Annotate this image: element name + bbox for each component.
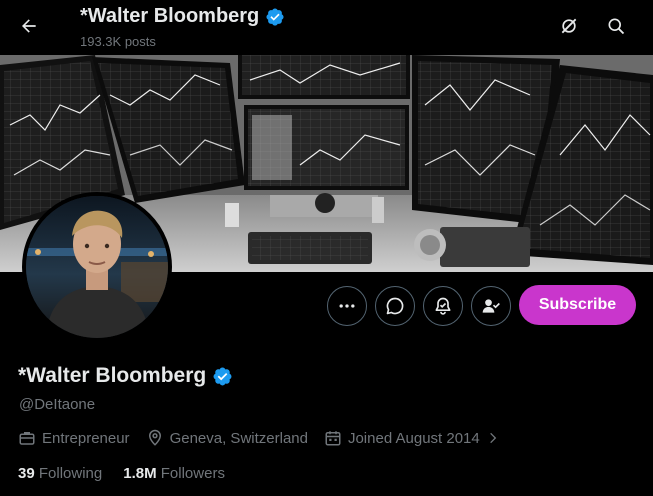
profile-meta: Entrepreneur Geneva, Switzerland Joined …: [18, 429, 500, 447]
joined-text: Joined August 2014: [347, 429, 480, 447]
profile-avatar[interactable]: [22, 192, 172, 342]
follow-stats: 39 Following 1.8M Followers: [18, 465, 246, 482]
search-button[interactable]: [599, 9, 633, 43]
chevron-right-icon: [489, 432, 496, 444]
location-pin-icon: [148, 429, 161, 446]
more-icon: [339, 304, 355, 308]
grok-icon: [561, 18, 577, 34]
profile-handle: @DeItaone: [19, 396, 96, 413]
grok-button[interactable]: [552, 9, 586, 43]
message-icon: [386, 297, 404, 315]
following-label: Following: [38, 465, 103, 482]
header-title: *Walter Bloomberg: [80, 5, 285, 28]
calendar-icon: [325, 431, 341, 446]
joined-item[interactable]: Joined August 2014: [324, 429, 500, 447]
avatar-photo: [26, 196, 168, 338]
back-button[interactable]: [12, 9, 46, 43]
profession-text: Entrepreneur: [42, 429, 130, 447]
more-button[interactable]: [327, 286, 367, 326]
following-user-icon: [482, 299, 500, 313]
followers-count: 1.8M: [123, 465, 157, 482]
back-arrow-icon: [22, 19, 36, 33]
followers-link[interactable]: 1.8M Followers: [123, 465, 225, 482]
search-icon: [608, 18, 625, 35]
location-text: Geneva, Switzerland: [169, 429, 308, 447]
profile-name: *Walter Bloomberg: [18, 364, 207, 387]
following-button[interactable]: [471, 286, 511, 326]
location-item: Geneva, Switzerland: [146, 429, 308, 447]
message-button[interactable]: [375, 286, 415, 326]
verified-badge-icon[interactable]: [212, 366, 233, 387]
profession-item: Entrepreneur: [18, 429, 130, 447]
briefcase-icon: [19, 432, 35, 445]
profile-name-row: *Walter Bloomberg: [18, 364, 233, 388]
verified-badge-icon: [266, 7, 284, 26]
followers-label: Followers: [160, 465, 225, 482]
notification-bell-icon: [435, 297, 451, 315]
header-name: *Walter Bloomberg: [80, 5, 260, 27]
following-link[interactable]: 39 Following: [18, 465, 102, 482]
notifications-button[interactable]: [423, 286, 463, 326]
post-count: 193.3K posts: [80, 34, 156, 49]
top-bar: *Walter Bloomberg 193.3K posts: [0, 0, 653, 55]
following-count: 39: [18, 465, 35, 482]
subscribe-button[interactable]: Subscribe: [519, 285, 636, 325]
